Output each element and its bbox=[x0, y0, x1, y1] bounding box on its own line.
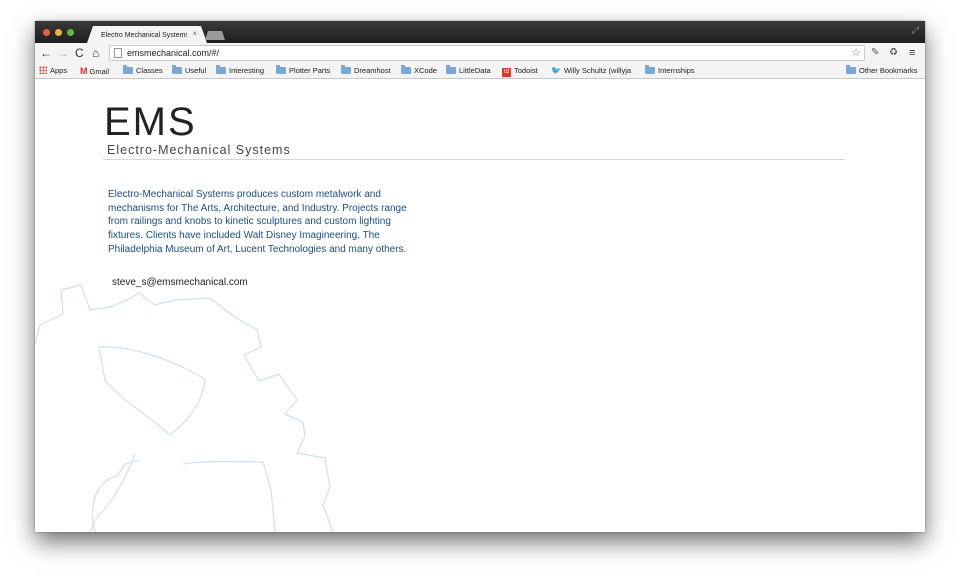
twitter-icon: 🐦 bbox=[551, 66, 561, 75]
page-icon bbox=[114, 48, 122, 58]
forward-button[interactable]: → bbox=[57, 45, 69, 61]
bookmark-classes[interactable]: Classes bbox=[123, 65, 163, 77]
apps-grid-icon bbox=[39, 66, 47, 74]
menu-icon[interactable]: ≡ bbox=[909, 46, 915, 60]
new-tab-button[interactable] bbox=[205, 31, 225, 40]
tab-title: Electro Mechanical Systems bbox=[101, 32, 187, 39]
page-content: EMS Electro-Mechanical Systems Electro-M… bbox=[35, 80, 925, 532]
home-button[interactable]: ⌂ bbox=[92, 45, 99, 61]
bookmark-apps[interactable]: Apps bbox=[39, 65, 67, 77]
window-zoom-button[interactable] bbox=[67, 29, 74, 36]
folder-icon bbox=[846, 65, 856, 74]
bookmarks-bar: Apps M Gmail Classes Useful Interesting P… bbox=[35, 63, 925, 79]
site-logo[interactable]: EMS bbox=[104, 102, 197, 142]
header-divider bbox=[103, 159, 845, 160]
bookmark-other[interactable]: Other Bookmarks bbox=[846, 65, 917, 77]
folder-icon bbox=[276, 65, 286, 74]
bookmark-littledata[interactable]: LittleData bbox=[446, 65, 491, 77]
company-description: Electro-Mechanical Systems produces cust… bbox=[108, 189, 407, 255]
back-button[interactable]: ← bbox=[40, 45, 52, 61]
tab-close-icon[interactable]: × bbox=[192, 29, 197, 39]
bookmark-xcode[interactable]: XCode bbox=[401, 65, 437, 77]
site-tagline: Electro-Mechanical Systems bbox=[107, 143, 291, 157]
title-bar: Electro Mechanical Systems × ⤢ bbox=[35, 21, 925, 43]
window-close-button[interactable] bbox=[43, 29, 50, 36]
folder-icon bbox=[216, 65, 226, 74]
bookmark-useful[interactable]: Useful bbox=[172, 65, 206, 77]
url-text[interactable]: emsmechanical.com/#/ bbox=[127, 47, 219, 60]
bookmark-dreamhost[interactable]: Dreamhost bbox=[341, 65, 391, 77]
extension-recycle-icon[interactable]: ♻ bbox=[889, 46, 898, 60]
folder-icon bbox=[401, 65, 411, 74]
browser-window: Electro Mechanical Systems × ⤢ ← → C ⌂ e… bbox=[35, 21, 925, 532]
bookmark-interesting[interactable]: Interesting bbox=[216, 65, 264, 77]
address-bar[interactable]: emsmechanical.com/#/ ☆ bbox=[109, 45, 865, 61]
folder-icon bbox=[446, 65, 456, 74]
extension-tool-icon[interactable]: ✎ bbox=[871, 46, 879, 60]
folder-icon bbox=[341, 65, 351, 74]
folder-icon bbox=[172, 65, 182, 74]
bookmark-todoist[interactable]: td Todoist bbox=[502, 65, 538, 77]
bookmark-internships[interactable]: Internships bbox=[645, 65, 695, 77]
bookmark-plotter-parts[interactable]: Plotter Parts bbox=[276, 65, 330, 77]
folder-icon bbox=[123, 65, 133, 74]
reload-button[interactable]: C bbox=[75, 45, 84, 61]
tab-active[interactable]: Electro Mechanical Systems × bbox=[87, 26, 207, 43]
window-minimize-button[interactable] bbox=[55, 29, 62, 36]
todoist-icon: td bbox=[502, 68, 511, 77]
bookmark-star-icon[interactable]: ☆ bbox=[851, 46, 861, 60]
bookmark-willy-schultz[interactable]: 🐦 Willy Schultz (willyja bbox=[551, 65, 634, 77]
contact-email-link[interactable]: steve_s@emsmechanical.com bbox=[112, 277, 248, 289]
bookmark-gmail[interactable]: M Gmail bbox=[80, 65, 109, 77]
fullscreen-icon[interactable]: ⤢ bbox=[912, 25, 919, 36]
folder-icon bbox=[645, 65, 655, 74]
browser-toolbar: ← → C ⌂ emsmechanical.com/#/ ☆ ✎ ♻ ≡ bbox=[35, 43, 925, 63]
gmail-icon: M bbox=[80, 66, 88, 76]
